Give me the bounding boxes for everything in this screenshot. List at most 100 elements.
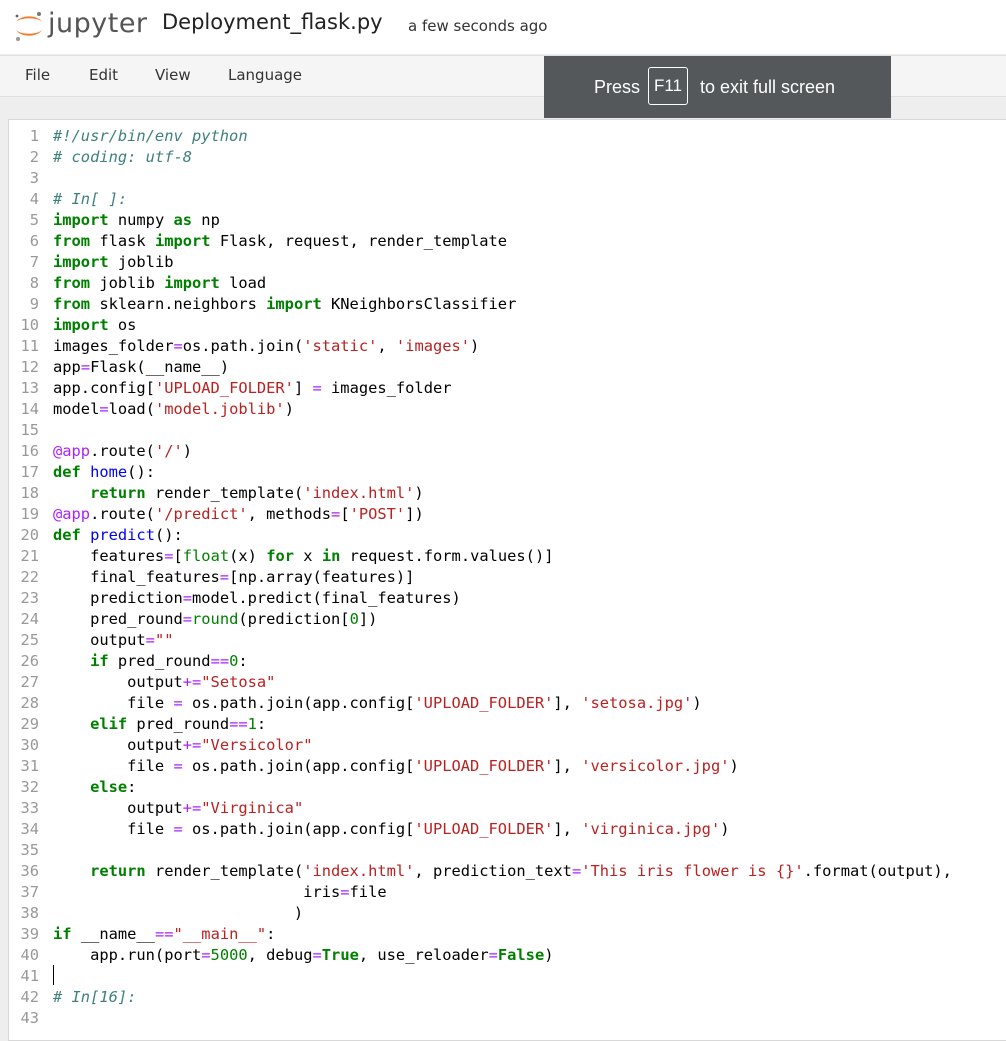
code-line[interactable]: 33 output+="Virginica": [9, 798, 952, 819]
code-token: 'images': [395, 337, 471, 355]
code-line[interactable]: 18 return render_template('index.html'): [9, 483, 952, 504]
code-token: app: [53, 358, 81, 376]
code-line[interactable]: 5 import numpy as np: [9, 210, 952, 231]
code-line[interactable]: 9 from sklearn.neighbors import KNeighbor…: [9, 294, 952, 315]
code-line[interactable]: 2 # coding: utf-8: [9, 147, 952, 168]
code-line[interactable]: 24 pred_round=round(prediction[0]): [9, 609, 952, 630]
code-token: , methods: [247, 505, 332, 523]
line-number: 2: [29, 148, 39, 166]
code-token: +=: [182, 673, 202, 691]
code-line[interactable]: 32 else:: [9, 777, 952, 798]
code-token: 'POST': [349, 505, 406, 523]
code-token: file: [53, 820, 174, 838]
line-number: 34: [20, 820, 39, 838]
code-token: =: [173, 337, 183, 355]
code-line[interactable]: 11 images_folder=os.path.join('static', '…: [9, 336, 952, 357]
code-line[interactable]: 10 import os: [9, 315, 952, 336]
code-line[interactable]: 35: [9, 840, 952, 861]
code-line[interactable]: 8 from joblib import load: [9, 273, 952, 294]
line-number: 10: [20, 316, 39, 334]
code-line[interactable]: 38 ): [9, 903, 952, 924]
code-token: sklearn.neighbors: [90, 295, 267, 313]
code-line[interactable]: 4 # In[ ]:: [9, 189, 952, 210]
code-line[interactable]: 16 @app.route('/'): [9, 441, 952, 462]
code-line[interactable]: 27 output+="Setosa": [9, 672, 952, 693]
code-line[interactable]: 7 import joblib: [9, 252, 952, 273]
code-token: render_template(: [145, 862, 304, 880]
code-token: else: [90, 778, 128, 796]
code-token: from: [53, 295, 91, 313]
code-token: False: [497, 946, 545, 964]
notebook-name[interactable]: Deployment_flask.py: [162, 10, 383, 34]
line-number: 38: [20, 904, 39, 922]
code-line[interactable]: 36 return render_template('index.html', …: [9, 861, 951, 882]
code-line[interactable]: 23 prediction=model.predict(final_featur…: [9, 588, 952, 609]
code-token: output: [53, 631, 146, 649]
code-token: [: [340, 505, 350, 523]
code-token: 'virginica.jpg': [581, 820, 721, 838]
code-token: ],: [553, 820, 582, 838]
code-token: ): [470, 337, 480, 355]
code-token: =: [182, 610, 193, 628]
code-line[interactable]: 15: [9, 420, 952, 441]
menu-file[interactable]: File: [25, 66, 50, 84]
code-token: '/predict': [154, 505, 248, 523]
code-line[interactable]: 29 elif pred_round==1:: [9, 714, 952, 735]
code-token: def: [53, 526, 81, 544]
code-token: "__main__": [173, 925, 267, 943]
code-editor[interactable]: 1 #!/usr/bin/env python 2 # coding: utf-8 3 4…: [8, 119, 1006, 1041]
code-line[interactable]: 17 def home():: [9, 462, 952, 483]
code-token: , debug: [247, 946, 313, 964]
jupyter-logo-icon[interactable]: [12, 9, 46, 43]
menu-language[interactable]: Language: [228, 66, 302, 84]
line-number: 14: [20, 400, 39, 418]
code-token: .route(: [90, 442, 155, 460]
line-number: 8: [29, 274, 39, 292]
code-line[interactable]: 31 file = os.path.join(app.config['UPLOA…: [9, 756, 952, 777]
code-line[interactable]: 3: [9, 168, 952, 189]
code-token: 5000: [210, 946, 248, 964]
menu-edit[interactable]: Edit: [89, 66, 118, 84]
code-line[interactable]: 13 app.config['UPLOAD_FOLDER'] = images_f…: [9, 378, 952, 399]
line-number: 40: [20, 946, 39, 964]
code-token: def: [53, 463, 81, 481]
code-line[interactable]: 37 iris=file: [9, 882, 952, 903]
line-number: 41: [20, 967, 39, 985]
code-line[interactable]: 26 if pred_round==0:: [9, 651, 952, 672]
code-token: :: [127, 778, 137, 796]
code-line[interactable]: 34 file = os.path.join(app.config['UPLOA…: [9, 819, 952, 840]
code-token: 'model.joblib': [154, 400, 285, 418]
code-line[interactable]: 20 def predict():: [9, 525, 952, 546]
code-line[interactable]: 43: [9, 1008, 952, 1029]
code-line[interactable]: 19 @app.route('/predict', methods=['POST'…: [9, 504, 952, 525]
code-token: import: [164, 274, 220, 292]
jupyter-logo-text[interactable]: jupyter: [48, 8, 148, 39]
code-line[interactable]: 28 file = os.path.join(app.config['UPLOA…: [9, 693, 952, 714]
code-token: __name__: [71, 925, 155, 943]
menu-view[interactable]: View: [155, 66, 191, 84]
line-number: 22: [20, 568, 39, 586]
code-line[interactable]: 30 output+="Versicolor": [9, 735, 952, 756]
code-line[interactable]: 39 if __name__=="__main__":: [9, 924, 952, 945]
code-line[interactable]: 22 final_features=[np.array(features)]: [9, 567, 952, 588]
line-number: 18: [20, 484, 39, 502]
code-token: 0: [349, 610, 359, 628]
code-line[interactable]: 41: [9, 966, 952, 987]
code-line[interactable]: 42 # In[16]:: [9, 987, 952, 1008]
code-line[interactable]: 25 output="": [9, 630, 952, 651]
code-line[interactable]: 14 model=load('model.joblib'): [9, 399, 952, 420]
code-token: os.path.join(app.config[: [182, 757, 415, 775]
line-number: 26: [20, 652, 39, 670]
code-line[interactable]: 1 #!/usr/bin/env python: [9, 126, 952, 147]
code-line[interactable]: 40 app.run(port=5000, debug=True, use_re…: [9, 945, 952, 966]
code-token: , prediction_text: [414, 862, 572, 880]
code-line[interactable]: 21 features=[float(x) for x in request.f…: [9, 546, 952, 567]
code-line[interactable]: 12 app=Flask(__name__): [9, 357, 952, 378]
line-number: 19: [20, 505, 39, 523]
code-token: return: [90, 862, 146, 880]
code-token: output: [53, 673, 183, 691]
code-line[interactable]: 6 from flask import Flask, request, rende…: [9, 231, 952, 252]
code-token: ): [284, 400, 294, 418]
